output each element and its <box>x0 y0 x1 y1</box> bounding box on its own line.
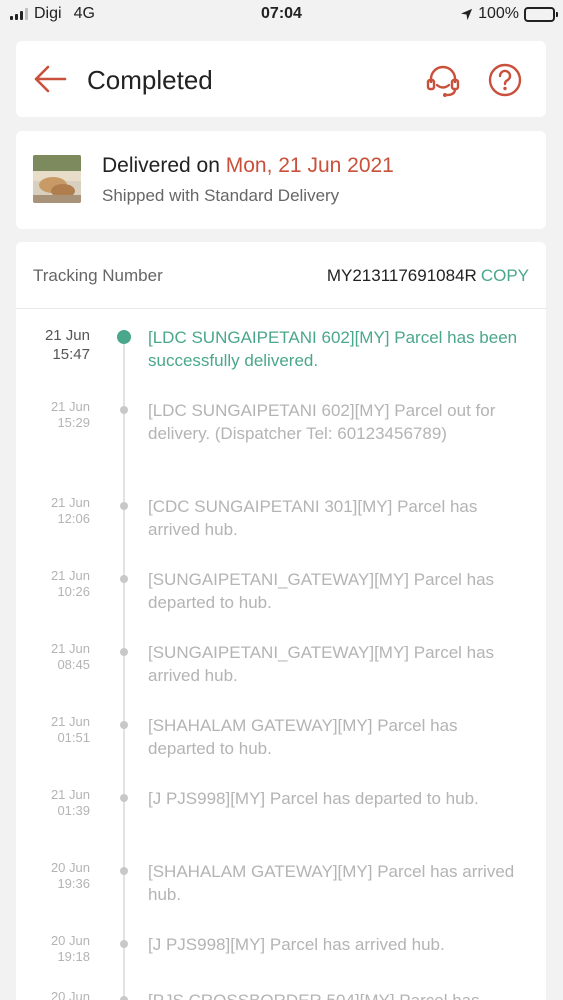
event-date: 21 Jun <box>50 641 90 656</box>
event-datetime: 20 Jun 19:36 <box>30 860 90 892</box>
event-description: [CDC SUNGAIPETANI 301][MY] Parcel has ar… <box>148 497 478 539</box>
tracking-timeline: 21 Jun 15:47 [LDC SUNGAIPETANI 602][MY] Pa… <box>16 309 546 1000</box>
event-time: 12:06 <box>57 511 90 526</box>
product-thumbnail <box>33 155 81 203</box>
event-description: [J PJS998][MY] Parcel has arrived hub. <box>148 935 445 954</box>
event-datetime: 21 Jun 01:39 <box>30 787 90 819</box>
tracking-number: MY213117691084R <box>326 266 477 285</box>
event-datetime: 21 Jun 01:51 <box>30 714 90 746</box>
copy-button[interactable]: COPY <box>481 266 529 285</box>
timeline-dot <box>120 794 128 802</box>
question-circle-icon <box>488 63 522 97</box>
event-description: [SUNGAIPETANI_GATEWAY][MY] Parcel has ar… <box>148 643 495 685</box>
timeline-dot-active <box>117 330 131 344</box>
event-datetime: 20 Jun <box>30 989 90 1000</box>
event-datetime: 21 Jun 15:47 <box>30 326 90 364</box>
event-date: 21 Jun <box>44 327 90 344</box>
customer-support-button[interactable] <box>425 63 461 99</box>
delivered-date: Mon, 21 Jun 2021 <box>225 154 394 177</box>
page-title: Completed <box>87 65 213 95</box>
event-datetime: 21 Jun 12:06 <box>30 495 90 527</box>
event-description: [J PJS998][MY] Parcel has departed to hu… <box>148 789 479 808</box>
headset-icon <box>426 65 460 97</box>
battery-percent: 100% <box>478 5 519 22</box>
event-time: 15:47 <box>52 346 90 363</box>
delivery-summary-card: Delivered on Mon, 21 Jun 2021 Shipped wi… <box>16 131 546 229</box>
event-description: [SUNGAIPETANI_GATEWAY][MY] Parcel has de… <box>148 570 495 612</box>
event-description: [LDC SUNGAIPETANI 602][MY] Parcel out fo… <box>148 401 496 443</box>
back-button[interactable] <box>33 63 67 95</box>
location-arrow-icon <box>461 8 473 20</box>
timeline-line <box>123 343 125 1000</box>
event-datetime: 20 Jun 19:18 <box>30 933 90 965</box>
timeline-dot <box>120 575 128 583</box>
timeline-dot <box>120 867 128 875</box>
status-bar: Digi 4G 07:04 100% <box>0 0 563 30</box>
event-time: 15:29 <box>57 415 90 430</box>
event-time: 01:51 <box>57 730 90 745</box>
tracking-number-row: Tracking Number MY213117691084R COPY <box>16 242 546 309</box>
help-button[interactable] <box>488 63 522 97</box>
timeline-dot <box>120 721 128 729</box>
delivered-status: Delivered on Mon, 21 Jun 2021 <box>102 154 394 177</box>
event-date: 21 Jun <box>50 568 90 583</box>
event-time: 01:39 <box>57 803 90 818</box>
event-date: 20 Jun <box>50 989 90 1000</box>
tracking-label: Tracking Number <box>33 266 163 285</box>
event-description: [SHAHALAM GATEWAY][MY] Parcel has depart… <box>148 716 458 758</box>
event-description: [PJS CROSSBORDER 504][MY] Parcel has <box>148 989 528 1000</box>
event-date: 21 Jun <box>50 399 90 414</box>
event-time: 19:36 <box>57 876 90 891</box>
timeline-dot <box>120 406 128 414</box>
timeline-dot <box>120 502 128 510</box>
event-description: [SHAHALAM GATEWAY][MY] Parcel has arrive… <box>148 862 515 904</box>
timeline-dot <box>120 996 128 1000</box>
timeline-dot <box>120 940 128 948</box>
battery-icon <box>524 6 558 22</box>
event-date: 21 Jun <box>50 714 90 729</box>
header-bar: Completed <box>16 41 546 117</box>
event-datetime: 21 Jun 08:45 <box>30 641 90 673</box>
event-datetime: 21 Jun 10:26 <box>30 568 90 600</box>
event-date: 20 Jun <box>50 933 90 948</box>
shipping-method: Shipped with Standard Delivery <box>102 186 340 205</box>
tracking-card: Tracking Number MY213117691084R COPY 21 J… <box>16 242 546 1000</box>
event-time: 19:18 <box>57 949 90 964</box>
arrow-left-icon <box>34 65 67 93</box>
event-date: 21 Jun <box>50 495 90 510</box>
event-datetime: 21 Jun 15:29 <box>30 399 90 431</box>
event-date: 21 Jun <box>50 787 90 802</box>
event-date: 20 Jun <box>50 860 90 875</box>
event-time: 08:45 <box>57 657 90 672</box>
event-description: [LDC SUNGAIPETANI 602][MY] Parcel has be… <box>148 328 518 370</box>
timeline-dot <box>120 648 128 656</box>
event-time: 10:26 <box>57 584 90 599</box>
